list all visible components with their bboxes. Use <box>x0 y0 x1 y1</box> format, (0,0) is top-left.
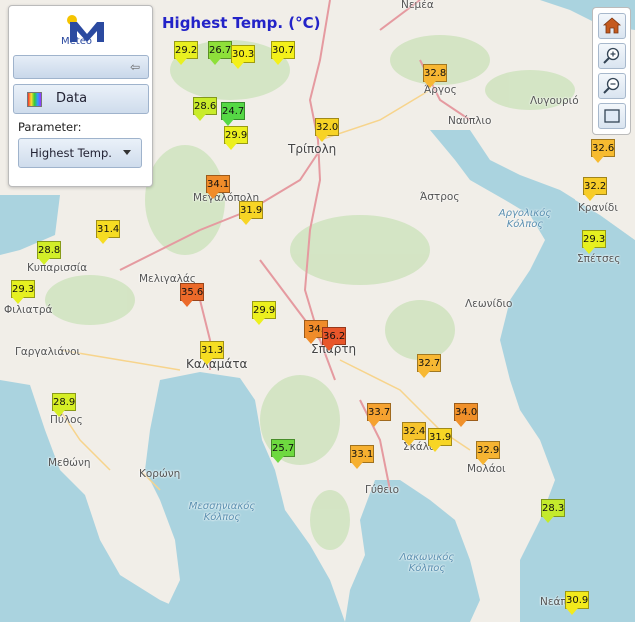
place-label: Νεάπ <box>540 596 567 608</box>
temperature-marker[interactable]: 33.1 <box>350 445 374 469</box>
place-label: Νεμέα <box>401 0 434 11</box>
temperature-marker[interactable]: 30.9 <box>565 591 589 615</box>
chevron-down-icon <box>123 150 131 155</box>
location-search-bar[interactable]: ⇦ <box>13 55 149 79</box>
place-label: Κρανίδι <box>578 202 618 214</box>
map-title: Highest Temp. (°C) <box>162 14 321 32</box>
place-label: Κορώνη <box>139 468 181 480</box>
temperature-marker[interactable]: 31.3 <box>200 341 224 365</box>
zoom-in-icon <box>603 47 620 64</box>
place-label: Λυγουριό <box>530 95 579 107</box>
control-panel: Meteo ⇦ Data Parameter: Highest Temp. <box>8 5 153 187</box>
parameter-select-value: Highest Temp. <box>30 146 112 160</box>
place-label: Γύθειο <box>365 484 400 496</box>
temperature-marker[interactable]: 34.0 <box>454 403 478 427</box>
home-button[interactable] <box>598 13 626 39</box>
place-label: Λεωνίδιο <box>465 298 513 310</box>
temperature-marker[interactable]: 32.0 <box>315 118 339 142</box>
temperature-marker[interactable]: 28.6 <box>193 97 217 121</box>
sea-label: Λακωνικός Κόλπος <box>399 552 455 574</box>
place-label: Μεθώνη <box>48 457 91 469</box>
zoom-out-button[interactable] <box>598 73 626 99</box>
temperature-marker[interactable]: 32.6 <box>591 139 615 163</box>
place-label: Σπέτσες <box>577 253 621 265</box>
place-label: Κυπαρισσία <box>27 262 88 274</box>
data-button-label: Data <box>56 91 88 106</box>
data-button[interactable]: Data <box>13 84 149 114</box>
temperature-marker[interactable]: 31.9 <box>239 201 263 225</box>
temperature-marker[interactable]: 29.9 <box>252 301 276 325</box>
temperature-marker[interactable]: 35.6 <box>180 283 204 307</box>
temperature-marker[interactable]: 31.4 <box>96 220 120 244</box>
fit-extent-button[interactable] <box>598 103 626 129</box>
map-zoom-control <box>592 7 631 135</box>
temperature-marker[interactable]: 28.9 <box>52 393 76 417</box>
temperature-marker[interactable]: 34.1 <box>206 175 230 199</box>
temperature-marker[interactable]: 32.7 <box>417 354 441 378</box>
temperature-marker[interactable]: 28.3 <box>541 499 565 523</box>
temperature-marker[interactable]: 32.4 <box>402 422 426 446</box>
sea-label: Αργολικός Κόλπος <box>498 208 552 230</box>
temperature-marker[interactable]: 33.7 <box>367 403 391 427</box>
place-label: Άστρος <box>420 191 460 203</box>
place-label: Ναύπλιο <box>448 115 492 127</box>
temperature-marker[interactable]: 31.9 <box>428 428 452 452</box>
temperature-marker[interactable]: 32.9 <box>476 441 500 465</box>
temperature-marker[interactable]: 25.7 <box>271 439 295 463</box>
temperature-marker[interactable]: 26.7 <box>208 41 232 65</box>
temperature-marker[interactable]: 30.7 <box>271 41 295 65</box>
place-label: Γαργαλιάνοι <box>15 346 81 358</box>
home-icon <box>602 17 622 34</box>
color-palette-icon <box>27 92 42 107</box>
sea-label: Μεσσηνιακός Κόλπος <box>188 501 256 523</box>
temperature-marker[interactable]: 28.8 <box>37 241 61 265</box>
temperature-marker[interactable]: 24.7 <box>221 102 245 126</box>
parameter-label: Parameter: <box>18 120 82 134</box>
temperature-marker[interactable]: 36.2 <box>322 327 346 351</box>
fit-extent-icon <box>604 109 620 123</box>
logo-text: Meteo <box>61 36 92 47</box>
temperature-marker[interactable]: 29.2 <box>174 41 198 65</box>
parameter-select[interactable]: Highest Temp. <box>18 138 142 168</box>
temperature-marker[interactable]: 32.8 <box>423 64 447 88</box>
place-label: Τρίπολη <box>288 142 337 156</box>
temperature-marker[interactable]: 32.2 <box>583 177 607 201</box>
zoom-in-button[interactable] <box>598 43 626 69</box>
back-arrow-icon[interactable]: ⇦ <box>130 60 140 74</box>
temperature-marker[interactable]: 29.3 <box>582 230 606 254</box>
place-label: Φιλιατρά <box>4 304 53 316</box>
temperature-marker[interactable]: 29.3 <box>11 280 35 304</box>
zoom-out-icon <box>603 77 620 94</box>
temperature-marker[interactable]: 29.9 <box>224 126 248 150</box>
temperature-marker[interactable]: 30.3 <box>231 45 255 69</box>
